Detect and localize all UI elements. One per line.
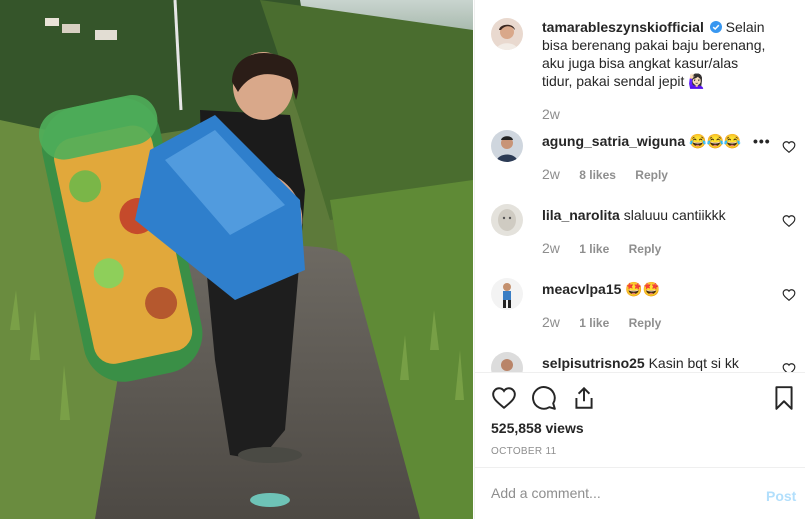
comment-text: Kasin bqt si kk — [648, 355, 739, 371]
post-date[interactable]: OCTOBER 11 — [491, 446, 556, 457]
comment-time[interactable]: 2w — [542, 314, 560, 330]
post-video[interactable] — [0, 0, 473, 519]
save-bookmark-icon[interactable] — [771, 385, 797, 411]
comment-like-heart-icon[interactable] — [782, 140, 796, 154]
comments-list: tamarableszynskiofficial Selain bisa ber… — [475, 0, 805, 372]
comment-body: agung_satria_wiguna 😂😂😂 — [542, 132, 770, 150]
comment-text: 🤩🤩 — [625, 281, 661, 297]
author-avatar[interactable] — [491, 18, 523, 50]
reply-button[interactable]: Reply — [629, 242, 662, 256]
caption-meta: 2w — [542, 106, 576, 122]
comment-text: 😂😂😂 — [689, 133, 742, 149]
comment-bubble-icon[interactable] — [531, 385, 557, 411]
author-username[interactable]: tamarableszynskiofficial — [542, 19, 704, 35]
comment-meta: 2w 8 likes Reply — [542, 166, 684, 182]
comment-username[interactable]: selpisutrisno25 — [542, 355, 645, 371]
post-sidebar: tamarableszynskiofficial Selain bisa ber… — [474, 0, 805, 519]
comment-likes[interactable]: 1 like — [579, 316, 609, 330]
comment-body: selpisutrisno25 Kasin bqt si kk — [542, 354, 770, 372]
comment-username[interactable]: meacvlpa15 — [542, 281, 621, 297]
comment-likes[interactable]: 1 like — [579, 242, 609, 256]
like-heart-icon[interactable] — [491, 385, 517, 411]
comment-like-heart-icon[interactable] — [782, 214, 796, 228]
comment-body: lila_narolita slaluuu cantiikkk — [542, 206, 770, 224]
comment-text: slaluuu cantiikkk — [623, 207, 726, 223]
comment-like-heart-icon[interactable] — [782, 362, 796, 372]
comment-likes[interactable]: 8 likes — [579, 168, 616, 182]
caption-timestamp[interactable]: 2w — [542, 106, 560, 122]
post-comment-button[interactable]: Post — [766, 488, 796, 504]
comment-input[interactable] — [491, 482, 741, 504]
view-count[interactable]: 525,858 views — [491, 420, 584, 436]
comment-body: meacvlpa15 🤩🤩 — [542, 280, 770, 298]
reply-button[interactable]: Reply — [629, 316, 662, 330]
share-icon[interactable] — [571, 385, 597, 411]
caption-body: tamarableszynskiofficial Selain bisa ber… — [542, 18, 770, 90]
post-actions: 525,858 views OCTOBER 11 — [475, 372, 805, 469]
comment-time[interactable]: 2w — [542, 166, 560, 182]
commenter-avatar[interactable] — [491, 352, 523, 372]
comment-meta: 2w 1 like Reply — [542, 240, 677, 256]
commenter-avatar[interactable] — [491, 204, 523, 236]
instagram-post-view: tamarableszynskiofficial Selain bisa ber… — [0, 0, 805, 519]
add-comment-bar: Post — [475, 467, 805, 520]
reply-button[interactable]: Reply — [635, 168, 668, 182]
commenter-avatar[interactable] — [491, 278, 523, 310]
comment-username[interactable]: agung_satria_wiguna — [542, 133, 685, 149]
commenter-avatar[interactable] — [491, 130, 523, 162]
comment-meta: 2w 1 like Reply — [542, 314, 677, 330]
more-options-icon[interactable]: ••• — [753, 133, 771, 149]
verified-badge-icon — [709, 21, 722, 33]
comment-like-heart-icon[interactable] — [782, 288, 796, 302]
comment-time[interactable]: 2w — [542, 240, 560, 256]
comment-username[interactable]: lila_narolita — [542, 207, 620, 223]
